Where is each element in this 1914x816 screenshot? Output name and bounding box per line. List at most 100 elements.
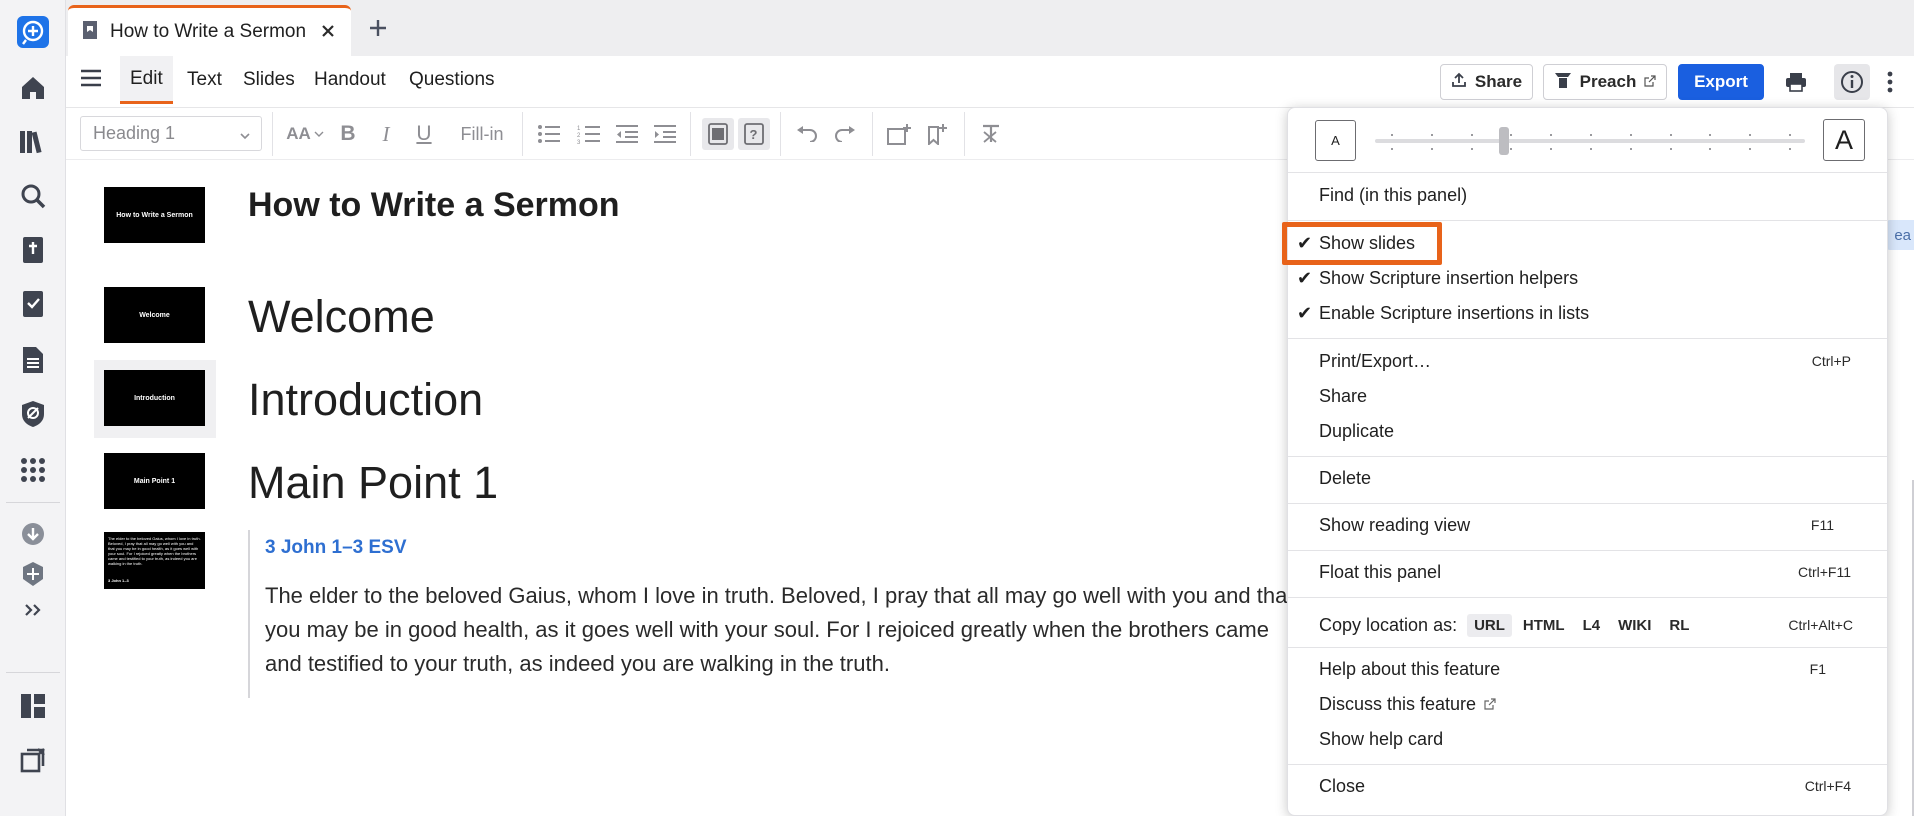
duplicate-label: Duplicate bbox=[1319, 420, 1395, 441]
find-in-panel-item[interactable]: Find (in this panel) bbox=[1319, 181, 1467, 209]
bold-icon[interactable]: B bbox=[334, 118, 362, 150]
help-card-label: Show help card bbox=[1319, 728, 1444, 749]
new-tab-icon[interactable] bbox=[364, 14, 392, 42]
redo-icon[interactable] bbox=[830, 118, 860, 150]
slide-thumbnail[interactable]: How to Write a Sermon bbox=[104, 187, 205, 243]
logos-add-icon[interactable] bbox=[13, 12, 53, 52]
find-label: Find (in this panel) bbox=[1319, 184, 1468, 205]
tab-edit[interactable]: Edit bbox=[120, 56, 173, 104]
font-size-button[interactable]: AA bbox=[284, 118, 326, 150]
slide-thumbnail[interactable]: Main Point 1 bbox=[104, 453, 205, 509]
print-icon[interactable] bbox=[1778, 64, 1814, 100]
tab-slides[interactable]: Slides bbox=[233, 56, 305, 104]
slider-tick bbox=[1391, 148, 1393, 150]
document-icon[interactable] bbox=[13, 340, 53, 380]
numbered-list-icon[interactable]: 123 bbox=[574, 118, 604, 150]
preach-button[interactable]: Preach bbox=[1543, 64, 1667, 100]
show-scripture-helpers-item[interactable]: ✔ Show Scripture insertion helpers bbox=[1297, 264, 1578, 292]
share-label: Share bbox=[1474, 72, 1523, 91]
fill-in-button[interactable]: Fill-in bbox=[454, 118, 510, 150]
scripture-thumb-ref: 3 John 1–3 bbox=[108, 578, 129, 583]
export-button[interactable]: Export bbox=[1678, 64, 1764, 100]
tab-text[interactable]: Text bbox=[177, 56, 232, 104]
float-panel-item[interactable]: Float this panel bbox=[1319, 558, 1441, 586]
copy-location-label: Copy location as: bbox=[1319, 614, 1458, 635]
close-tab-icon[interactable] bbox=[317, 20, 339, 42]
scripture-slide-thumbnail[interactable]: The elder to the beloved Gaius, whom I l… bbox=[104, 532, 205, 589]
shield-icon[interactable] bbox=[13, 394, 53, 434]
svg-text:?: ? bbox=[750, 127, 758, 142]
bible-icon[interactable] bbox=[13, 230, 53, 270]
toolbar-divider bbox=[964, 112, 965, 156]
share-item[interactable]: Share bbox=[1319, 382, 1367, 410]
slide-thumbnail[interactable]: Introduction bbox=[104, 370, 205, 426]
tab-handout[interactable]: Handout bbox=[304, 56, 396, 104]
search-icon[interactable] bbox=[13, 176, 53, 216]
font-size-slider-thumb[interactable] bbox=[1499, 127, 1509, 155]
heading-main-point-1: Main Point 1 bbox=[248, 457, 499, 508]
menu-divider bbox=[1288, 647, 1887, 648]
info-icon[interactable] bbox=[1834, 64, 1870, 100]
slider-tick bbox=[1789, 148, 1791, 150]
undo-icon[interactable] bbox=[792, 118, 822, 150]
checklist-icon[interactable] bbox=[13, 284, 53, 324]
heading-welcome: Welcome bbox=[248, 291, 435, 342]
panel-menu: A A Find (in this panel) ✔ Show slides ✔ S… bbox=[1287, 107, 1888, 816]
enable-scripture-in-lists-item[interactable]: ✔ Enable Scripture insertions in lists bbox=[1297, 299, 1589, 327]
font-size-smaller-button[interactable]: A bbox=[1315, 120, 1356, 161]
help-feature-item[interactable]: Help about this feature bbox=[1319, 655, 1500, 683]
underline-icon[interactable]: U bbox=[410, 118, 438, 150]
home-icon[interactable] bbox=[13, 68, 53, 108]
toolbar-divider bbox=[872, 112, 873, 156]
close-item[interactable]: Close bbox=[1319, 772, 1365, 800]
question-block-icon[interactable]: ? bbox=[738, 118, 770, 150]
float-panel-shortcut: Ctrl+F11 bbox=[1797, 564, 1851, 580]
apps-grid-icon[interactable] bbox=[13, 450, 53, 490]
slider-tick bbox=[1430, 148, 1433, 150]
duplicate-item[interactable]: Duplicate bbox=[1319, 417, 1394, 445]
slide-thumbnail[interactable]: Welcome bbox=[104, 287, 205, 343]
discuss-feature-label: Discuss this feature bbox=[1319, 693, 1477, 714]
external-link-icon bbox=[1484, 698, 1496, 710]
layout-icon[interactable] bbox=[13, 686, 53, 726]
italic-icon[interactable]: I bbox=[372, 118, 400, 150]
block-style-icon[interactable] bbox=[702, 118, 734, 150]
discuss-feature-item[interactable]: Discuss this feature bbox=[1319, 690, 1496, 718]
copy-format-wiki[interactable]: WIKI bbox=[1611, 614, 1658, 637]
font-size-larger-button[interactable]: A bbox=[1823, 119, 1865, 161]
expand-chevrons-icon[interactable] bbox=[13, 590, 53, 630]
insert-slide-icon[interactable] bbox=[884, 118, 914, 150]
scripture-reference-link[interactable]: 3 John 1–3 ESV bbox=[265, 537, 407, 559]
download-icon[interactable] bbox=[13, 514, 53, 554]
print-export-item[interactable]: Print/Export… bbox=[1319, 347, 1431, 375]
copy-format-html[interactable]: HTML bbox=[1516, 614, 1572, 637]
copy-format-rl[interactable]: RL bbox=[1662, 614, 1696, 637]
close-panels-icon[interactable] bbox=[13, 740, 53, 780]
edge-chip[interactable]: ea bbox=[1886, 220, 1914, 250]
font-size-slider[interactable] bbox=[1375, 139, 1805, 143]
more-options-icon[interactable] bbox=[1878, 64, 1902, 100]
menu-divider bbox=[1288, 220, 1887, 221]
share-button[interactable]: Share bbox=[1440, 64, 1533, 100]
slider-tick bbox=[1550, 134, 1553, 136]
insert-bookmark-icon[interactable] bbox=[922, 118, 952, 150]
hamburger-menu-icon[interactable] bbox=[80, 68, 106, 94]
paragraph-style-select[interactable]: Heading 1 bbox=[80, 116, 262, 151]
document-tab[interactable]: How to Write a Sermon bbox=[68, 5, 351, 56]
clear-formatting-icon[interactable] bbox=[976, 118, 1006, 150]
outdent-icon[interactable] bbox=[612, 118, 642, 150]
show-slides-highlight-box bbox=[1282, 222, 1442, 265]
cube-shield-icon[interactable] bbox=[13, 554, 53, 594]
tab-questions[interactable]: Questions bbox=[399, 56, 505, 104]
bullet-list-icon[interactable] bbox=[534, 118, 564, 150]
copy-format-url[interactable]: URL bbox=[1467, 613, 1512, 637]
show-help-card-item[interactable]: Show help card bbox=[1319, 725, 1443, 753]
share-item-label: Share bbox=[1319, 385, 1368, 406]
delete-item[interactable]: Delete bbox=[1319, 464, 1371, 492]
slider-tick bbox=[1789, 134, 1791, 136]
indent-icon[interactable] bbox=[650, 118, 680, 150]
library-icon[interactable] bbox=[13, 122, 53, 162]
show-reading-view-item[interactable]: Show reading view bbox=[1319, 511, 1470, 539]
copy-format-l4[interactable]: L4 bbox=[1576, 614, 1608, 637]
menu-divider bbox=[1288, 456, 1887, 457]
